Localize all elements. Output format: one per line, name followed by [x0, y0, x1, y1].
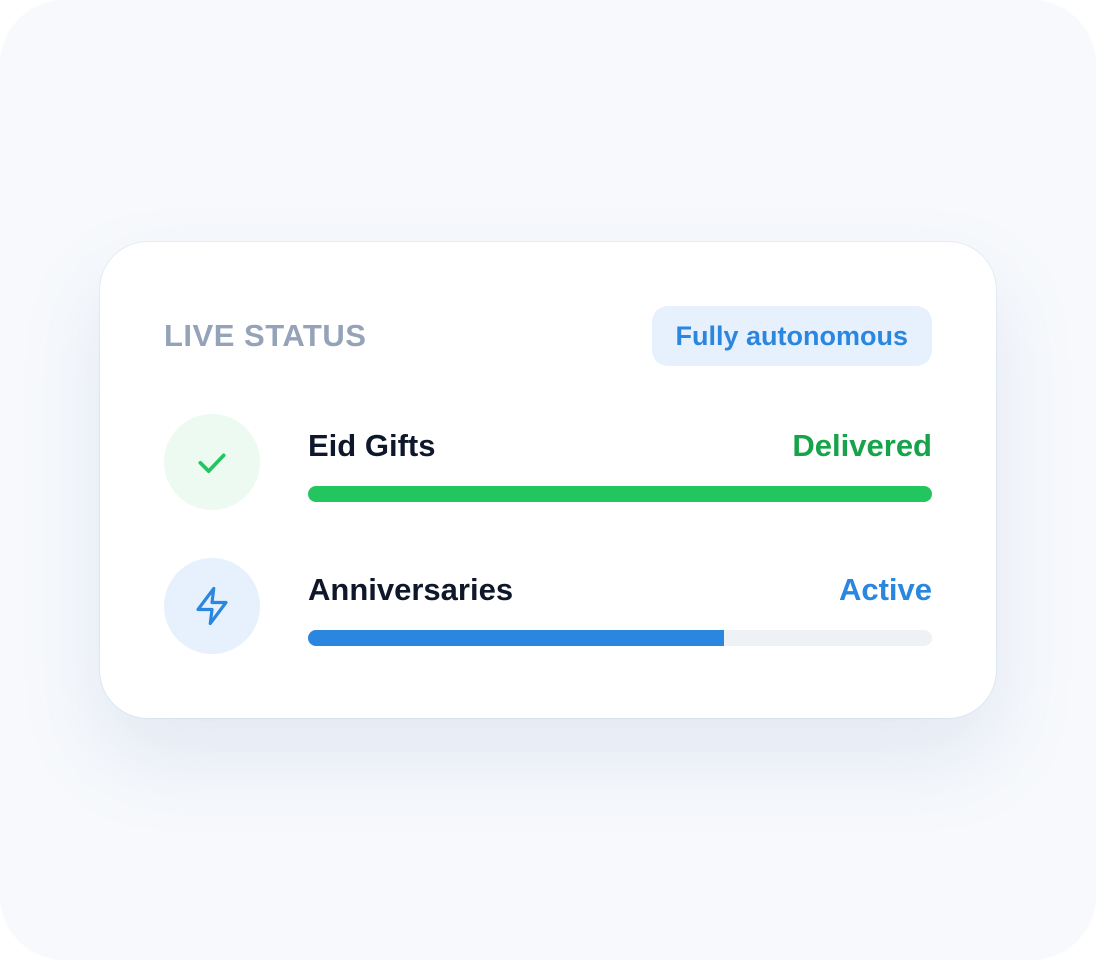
lightning-bolt-icon — [164, 558, 260, 654]
item-status: Delivered — [792, 428, 932, 463]
autonomy-badge: Fully autonomous — [651, 306, 932, 366]
card-title: LIVE STATUS — [164, 318, 367, 353]
background-frame: LIVE STATUS Fully autonomous Eid Gifts D… — [0, 0, 1096, 960]
live-status-card: LIVE STATUS Fully autonomous Eid Gifts D… — [100, 242, 996, 718]
status-item-eid-gifts: Eid Gifts Delivered — [164, 414, 932, 510]
progress-fill — [308, 486, 932, 502]
item-name: Eid Gifts — [308, 428, 436, 463]
progress-track — [308, 630, 932, 646]
progress-track — [308, 486, 932, 502]
progress-fill — [308, 630, 725, 646]
status-item-anniversaries: Anniversaries Active — [164, 558, 932, 654]
item-name: Anniversaries — [308, 572, 514, 607]
item-status: Active — [838, 572, 932, 607]
check-icon — [164, 414, 260, 510]
